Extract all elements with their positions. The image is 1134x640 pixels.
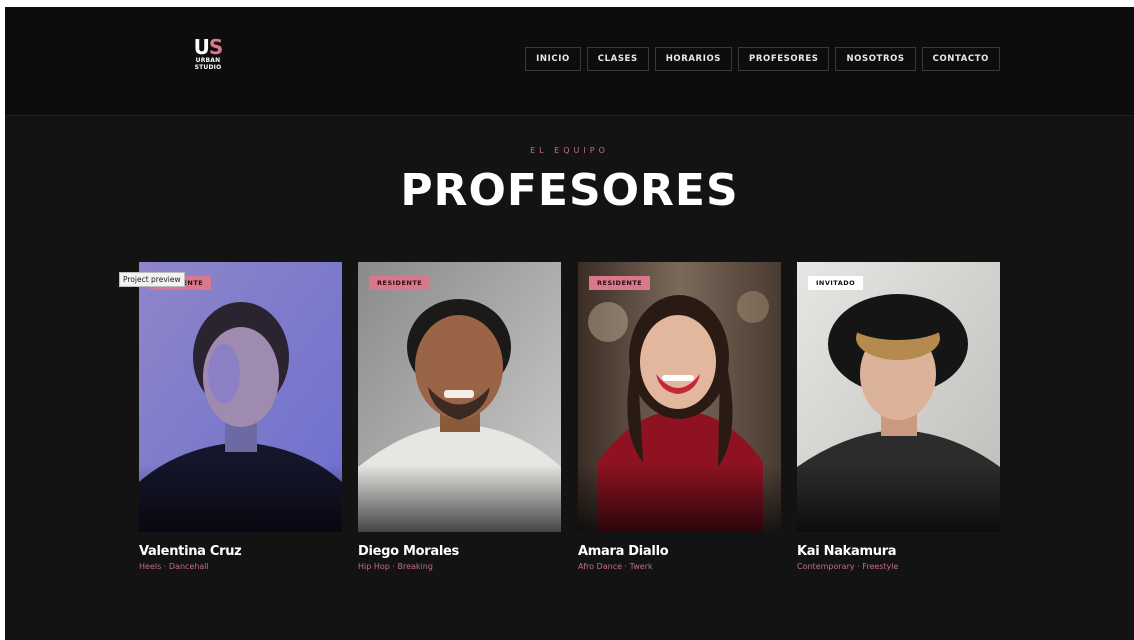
- project-preview-tooltip: Project preview: [119, 272, 185, 287]
- portrait-image: [797, 262, 1000, 532]
- nav-horarios[interactable]: HORARIOS: [654, 47, 733, 71]
- teacher-name: Amara Diallo: [578, 544, 669, 559]
- page-title: PROFESORES: [400, 165, 739, 216]
- nav-profesores[interactable]: PROFESORES: [738, 47, 830, 71]
- nav-nosotros[interactable]: NOSOTROS: [835, 47, 916, 71]
- main-nav: INICIO CLASES HORARIOS PROFESORES NOSOTR…: [525, 47, 1000, 71]
- portrait-image: [139, 262, 342, 532]
- teacher-card[interactable]: RESIDENTE Diego Morales Hip Hop · Breaki…: [358, 262, 561, 571]
- nav-clases[interactable]: CLASES: [586, 47, 649, 71]
- teacher-name: Kai Nakamura: [797, 544, 897, 559]
- teacher-photo: INVITADO: [797, 262, 1000, 532]
- nav-contacto[interactable]: CONTACTO: [921, 47, 1000, 71]
- section-eyebrow: EL EQUIPO: [530, 146, 609, 155]
- site-header: US URBAN STUDIO INICIO CLASES HORARIOS P…: [5, 7, 1134, 116]
- teacher-name: Diego Morales: [358, 544, 459, 559]
- teacher-card[interactable]: INVITADO Kai Nakamura Contemporary · Fre…: [797, 262, 1000, 571]
- portrait-image: [578, 262, 781, 532]
- nav-inicio[interactable]: INICIO: [525, 47, 581, 71]
- teacher-badge: RESIDENTE: [369, 276, 431, 290]
- logo-text-studio: STUDIO: [194, 64, 222, 71]
- logo-mark: US: [193, 35, 224, 59]
- portrait-image: [358, 262, 561, 532]
- brand-logo[interactable]: US URBAN STUDIO: [193, 35, 224, 71]
- teacher-photo: RESIDENTE: [578, 262, 781, 532]
- teacher-photo: RESIDENTE: [139, 262, 342, 532]
- teacher-badge: RESIDENTE: [589, 276, 651, 290]
- teacher-styles: Heels · Dancehall: [139, 562, 209, 571]
- logo-letter-u: U: [193, 35, 210, 59]
- page-frame: US URBAN STUDIO INICIO CLASES HORARIOS P…: [5, 7, 1134, 640]
- teacher-name: Valentina Cruz: [139, 544, 242, 559]
- teacher-cards: RESIDENTE Valentina Cruz Heels · Danceha…: [139, 262, 1000, 582]
- teacher-card[interactable]: RESIDENTE Amara Diallo Afro Dance · Twer…: [578, 262, 781, 571]
- logo-text-urban: URBAN: [195, 57, 221, 64]
- teacher-badge: INVITADO: [808, 276, 864, 290]
- teacher-styles: Afro Dance · Twerk: [578, 562, 653, 571]
- teacher-card[interactable]: RESIDENTE Valentina Cruz Heels · Danceha…: [139, 262, 342, 571]
- teacher-styles: Hip Hop · Breaking: [358, 562, 433, 571]
- teacher-photo: RESIDENTE: [358, 262, 561, 532]
- logo-letter-s: S: [208, 35, 223, 59]
- teacher-styles: Contemporary · Freestyle: [797, 562, 899, 571]
